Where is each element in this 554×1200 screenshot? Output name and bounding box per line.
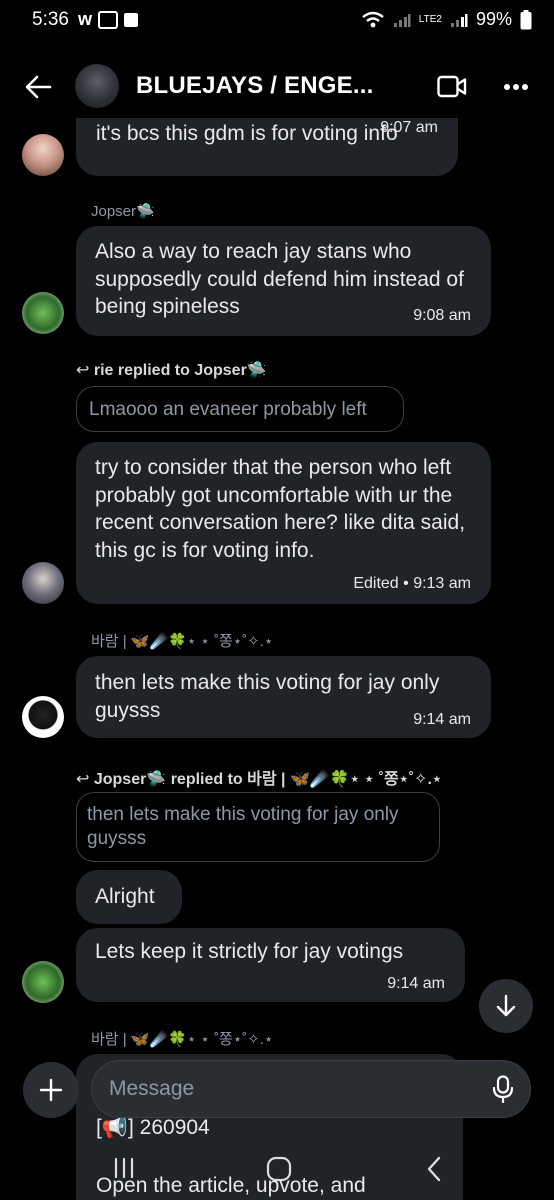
message-text: Open the article, upvote, and bbox=[96, 1174, 366, 1197]
message-bubble[interactable]: Alright bbox=[76, 870, 182, 924]
reply-label: ↩ Jopser🛸 replied to 바람 | 🦋☄️🍀⋆ ⋆ ˚쫑⋆˚✧.… bbox=[76, 771, 442, 788]
message-time: 9:07 am bbox=[380, 119, 438, 136]
app-badge-icon bbox=[98, 10, 119, 29]
message-bubble[interactable]: try to consider that the person who left… bbox=[76, 442, 491, 604]
gallery-icon bbox=[124, 12, 139, 27]
video-call-icon[interactable] bbox=[437, 75, 467, 99]
message-time: 9:14 am bbox=[413, 711, 471, 728]
microphone-icon[interactable] bbox=[492, 1075, 514, 1103]
signal-icon-2 bbox=[450, 13, 468, 27]
message-bubble[interactable]: Lets keep it strictly for jay votings 9:… bbox=[76, 928, 465, 1002]
sender-name: 바람 | 🦋☄️🍀⋆ ⋆ ˚쫑⋆˚✧.⋆ bbox=[91, 633, 274, 650]
message-time: 9:08 am bbox=[413, 307, 471, 324]
arrow-down-icon bbox=[496, 994, 516, 1017]
message-bubble[interactable]: it's bcs this gdm is for voting info 9:0… bbox=[76, 118, 458, 176]
plus-icon bbox=[39, 1078, 63, 1102]
avatar[interactable] bbox=[22, 134, 64, 176]
home-icon[interactable] bbox=[266, 1156, 292, 1182]
message-text: Alright bbox=[95, 885, 155, 908]
scroll-to-bottom-button[interactable] bbox=[479, 979, 533, 1033]
status-right-icons: LTE2 99% bbox=[361, 9, 532, 30]
message-text: Lets keep it strictly for jay votings bbox=[95, 940, 404, 963]
sender-name: Jopser🛸 bbox=[91, 203, 155, 220]
message-list[interactable]: it's bcs this gdm is for voting info 9:0… bbox=[0, 118, 554, 1200]
avatar[interactable] bbox=[22, 961, 64, 1003]
group-avatar[interactable] bbox=[75, 64, 119, 108]
add-attachment-button[interactable] bbox=[23, 1062, 79, 1118]
avatar[interactable] bbox=[22, 562, 64, 604]
signal-icon bbox=[393, 13, 411, 27]
avatar[interactable] bbox=[22, 292, 64, 334]
message-bubble[interactable]: then lets make this voting for jay only … bbox=[76, 656, 491, 738]
app-w-icon: w bbox=[78, 9, 93, 29]
message-input[interactable]: Message bbox=[91, 1060, 531, 1118]
back-nav-icon[interactable] bbox=[426, 1156, 442, 1182]
message-time: 9:14 am bbox=[387, 975, 445, 992]
message-text: [📢] 260904 bbox=[96, 1116, 210, 1139]
message-text: Also a way to reach jay stans who suppos… bbox=[95, 240, 464, 318]
more-options-icon[interactable] bbox=[503, 83, 529, 91]
recent-apps-icon[interactable] bbox=[112, 1156, 136, 1180]
sender-name: 바람 | 🦋☄️🍀⋆ ⋆ ˚쫑⋆˚✧.⋆ bbox=[91, 1031, 274, 1048]
message-text: it's bcs this gdm is for voting info bbox=[96, 122, 398, 145]
avatar[interactable] bbox=[22, 696, 64, 738]
reply-arrow-icon: ↩ bbox=[76, 771, 94, 788]
lte-label: LTE2 bbox=[418, 13, 442, 25]
quoted-message[interactable]: Lmaooo an evaneer probably left bbox=[76, 386, 404, 432]
message-text: try to consider that the person who left… bbox=[95, 456, 466, 562]
chat-title[interactable]: BLUEJAYS / ENGE... bbox=[136, 72, 373, 100]
message-placeholder: Message bbox=[109, 1077, 195, 1100]
status-notification-icons: w bbox=[78, 9, 139, 30]
battery-percent: 99% bbox=[475, 9, 512, 29]
message-bubble[interactable]: Also a way to reach jay stans who suppos… bbox=[76, 226, 491, 336]
back-arrow-icon[interactable] bbox=[24, 74, 52, 100]
wifi-icon bbox=[362, 11, 384, 27]
reply-arrow-icon: ↩ bbox=[76, 362, 94, 379]
reply-label: ↩ rie replied to Jopser🛸 bbox=[76, 362, 267, 379]
quoted-message[interactable]: then lets make this voting for jay only … bbox=[76, 792, 440, 862]
status-time: 5:36 bbox=[32, 9, 69, 30]
message-time: Edited • 9:13 am bbox=[353, 575, 471, 592]
battery-icon bbox=[520, 9, 532, 29]
message-text: then lets make this voting for jay only … bbox=[95, 671, 440, 722]
